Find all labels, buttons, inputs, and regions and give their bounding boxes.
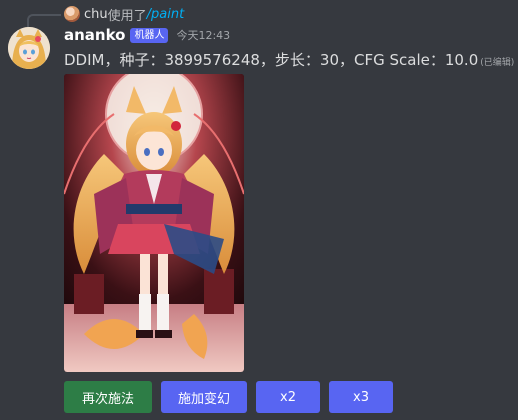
discord-message: chu 使用了 /paint ananko 机器人 今天12:43 DDIM，种… [0, 0, 518, 420]
bot-badge: 机器人 [130, 27, 169, 43]
message-text: DDIM，种子：3899576248，步长：30，CFG Scale：10.0 [64, 51, 479, 69]
reply-user-avatar[interactable] [64, 6, 80, 22]
recast-button[interactable]: 再次施法 [64, 381, 152, 413]
upscale-x3-button[interactable]: x3 [329, 381, 393, 413]
upscale-x2-button[interactable]: x2 [256, 381, 320, 413]
edited-label: (已编辑) [480, 58, 515, 68]
message-header: ananko 机器人 今天12:43 [64, 26, 230, 44]
reply-connector [27, 14, 61, 28]
image-attachment[interactable] [64, 74, 244, 372]
timestamp[interactable]: 今天12:43 [176, 27, 230, 43]
reply-action-text: 使用了 [107, 8, 147, 24]
transform-button[interactable]: 施加变幻 [161, 381, 247, 413]
action-buttons: 再次施法 施加变幻 x2 x3 [64, 381, 402, 413]
reply-command[interactable]: /paint [147, 7, 185, 22]
message-content: DDIM，种子：3899576248，步长：30，CFG Scale：10.0(… [64, 49, 514, 70]
reply-username[interactable]: chu [84, 7, 108, 22]
bot-avatar[interactable] [8, 27, 50, 69]
username[interactable]: ananko [64, 26, 125, 44]
interaction-reference[interactable]: chu 使用了 /paint [64, 5, 185, 24]
